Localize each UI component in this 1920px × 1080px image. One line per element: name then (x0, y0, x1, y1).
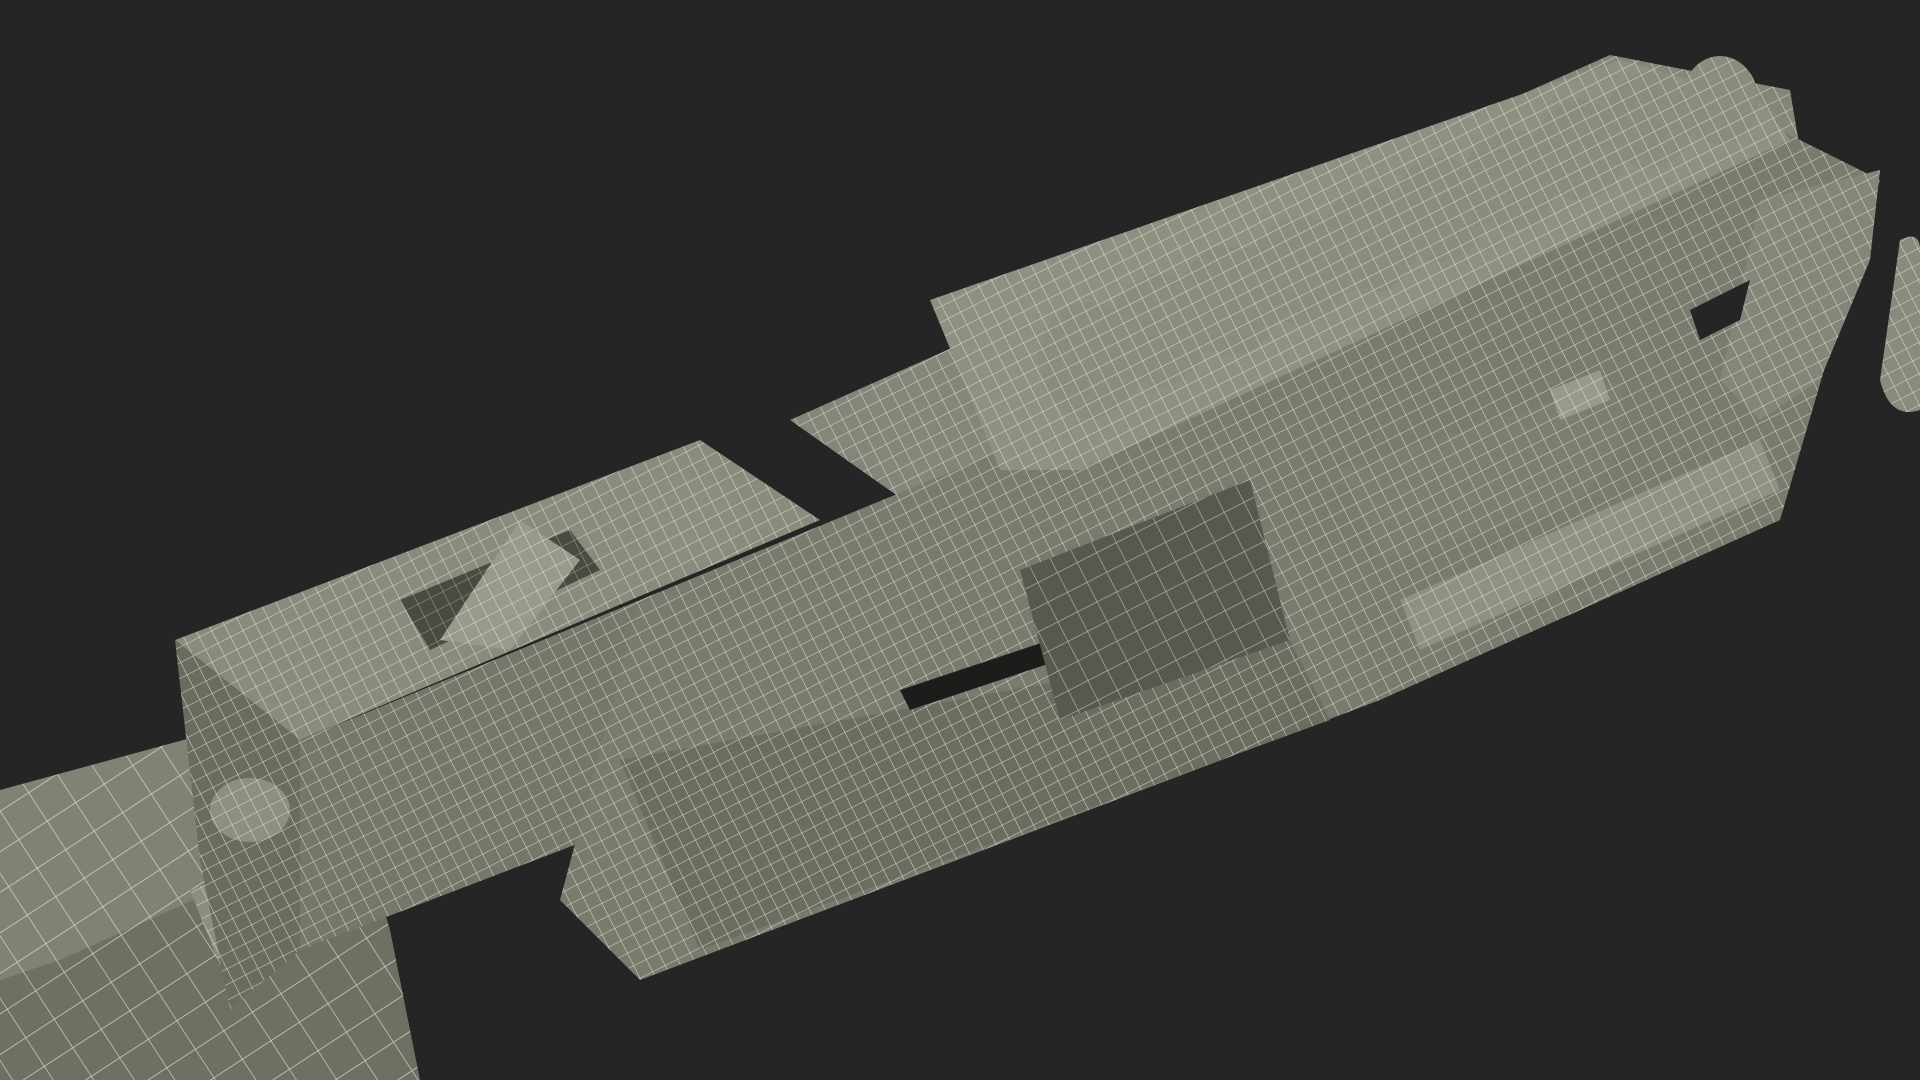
front-cylinder (210, 778, 290, 842)
wireframe-model-scene (0, 55, 1920, 1080)
render-viewport (0, 0, 1920, 1080)
right-edge-part (1880, 236, 1920, 412)
